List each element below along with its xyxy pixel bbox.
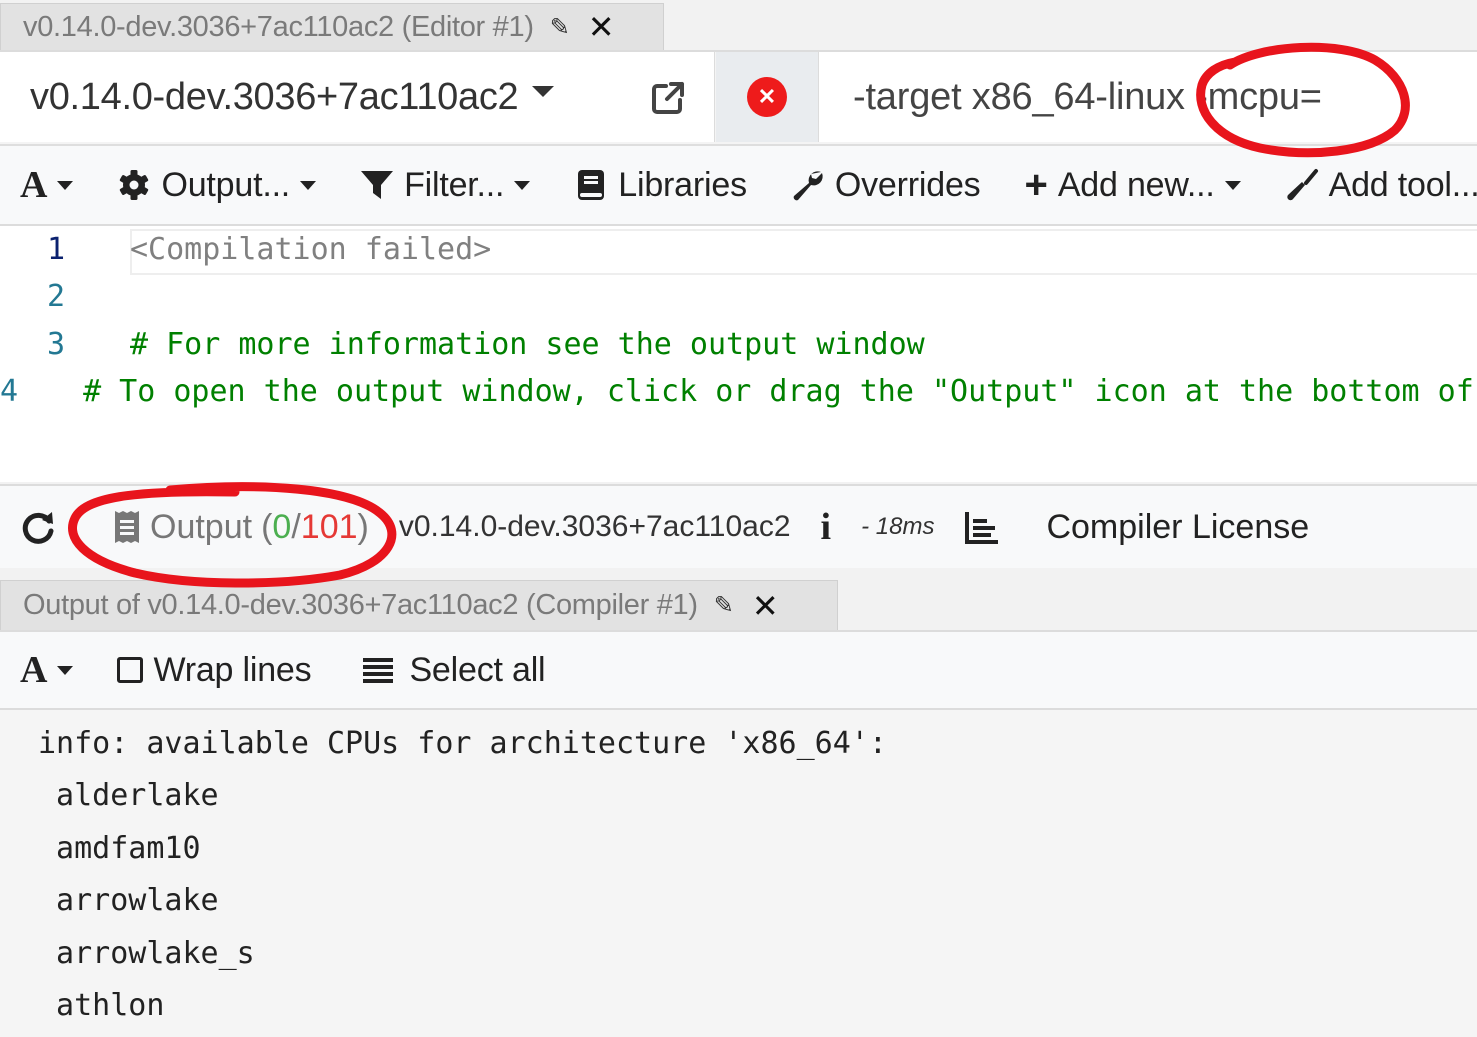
pencil-icon[interactable]: ✎: [550, 13, 570, 42]
compiler-status-bar: Output (0/101) v0.14.0-dev.3036+7ac110ac…: [0, 484, 1477, 570]
chevron-down-icon: [300, 180, 317, 190]
wrench-icon: [793, 171, 823, 201]
code-line: 3 # For more information see the output …: [0, 321, 1477, 368]
output-line: info: available CPUs for architecture 'x…: [38, 726, 887, 761]
output-font-size-button[interactable]: A: [20, 648, 74, 692]
code-line: 2: [0, 273, 1477, 320]
select-all-button[interactable]: Select all: [361, 650, 546, 690]
output-tab[interactable]: Output of v0.14.0-dev.3036+7ac110ac2 (Co…: [0, 580, 838, 630]
select-all-label: Select all: [409, 650, 546, 689]
external-link-icon[interactable]: [650, 80, 686, 116]
line-text: # To open the output window, click or dr…: [83, 374, 1477, 409]
compiler-error-button[interactable]: ✕: [716, 52, 819, 142]
info-icon[interactable]: i: [821, 505, 832, 549]
line-number: 1: [46, 232, 65, 267]
output-options-label: Output...: [161, 165, 291, 204]
gear-icon: [120, 170, 149, 200]
output-total-count: 101: [300, 507, 358, 546]
output-paren-open: (: [261, 507, 273, 546]
checkbox-icon[interactable]: [117, 657, 144, 683]
output-slash: /: [291, 507, 301, 546]
output-line: arrowlake_s: [38, 936, 255, 971]
output-paren-close: ): [357, 507, 369, 546]
libraries-button[interactable]: Libraries: [574, 166, 747, 205]
plus-icon: +: [1024, 163, 1048, 207]
output-toolbar: A Wrap lines Select all: [0, 632, 1477, 710]
libraries-label: Libraries: [618, 165, 747, 204]
output-line: athlon: [38, 988, 165, 1023]
editor-tab-bar: v0.14.0-dev.3036+7ac110ac2 (Editor #1) ✎…: [0, 0, 1477, 52]
overrides-button[interactable]: Overrides: [791, 166, 981, 205]
wrap-lines-label: Wrap lines: [153, 650, 312, 689]
add-new-label: Add new...: [1057, 165, 1215, 204]
output-line: arrowlake: [38, 883, 219, 918]
line-number: 2: [46, 279, 65, 314]
overrides-label: Overrides: [834, 165, 981, 204]
receipt-icon: [115, 511, 139, 543]
line-number: 3: [46, 327, 65, 362]
chevron-down-icon: [57, 180, 74, 190]
compiler-name: v0.14.0-dev.3036+7ac110ac2: [30, 75, 519, 118]
compiler-toolbar: A Output... Filter... Libraries Override…: [0, 146, 1477, 226]
pencil-icon[interactable]: ✎: [714, 591, 734, 620]
screwdriver-icon: [1286, 169, 1318, 201]
output-line: amdfam10: [38, 831, 201, 866]
filter-icon: [361, 171, 394, 199]
compiler-options-input[interactable]: [851, 74, 1477, 120]
output-label: Output: [150, 507, 253, 546]
editor-tab[interactable]: v0.14.0-dev.3036+7ac110ac2 (Editor #1) ✎…: [0, 3, 664, 50]
font-size-button[interactable]: A: [20, 163, 74, 207]
code-line: 1 <Compilation failed>: [0, 226, 1477, 275]
output-button[interactable]: Output (0/101): [114, 508, 369, 547]
compiler-output[interactable]: info: available CPUs for architecture 'x…: [0, 710, 1477, 1037]
chevron-down-icon: [514, 180, 531, 190]
font-icon: A: [20, 164, 48, 206]
chevron-down-icon: [57, 665, 74, 675]
add-tool-label: Add tool...: [1328, 165, 1477, 204]
list-icon: [363, 658, 394, 683]
output-line: alderlake: [38, 778, 219, 813]
bar-chart-icon[interactable]: [964, 509, 1000, 545]
book-icon: [578, 170, 605, 200]
compiler-options[interactable]: [819, 52, 1477, 142]
chevron-down-icon: [532, 85, 555, 97]
output-ok-count: 0: [272, 507, 292, 546]
compiler-version: v0.14.0-dev.3036+7ac110ac2: [398, 510, 791, 543]
code-line: 4 # To open the output window, click or …: [0, 368, 1477, 415]
line-text: # For more information see the output wi…: [130, 327, 925, 362]
line-number: 4: [0, 374, 19, 409]
compiler-picker[interactable]: v0.14.0-dev.3036+7ac110ac2: [0, 52, 715, 142]
filter-button[interactable]: Filter...: [360, 165, 531, 205]
assembly-view[interactable]: 1 <Compilation failed> 2 3 # For more in…: [0, 226, 1477, 482]
compiler-license-link[interactable]: Compiler License: [1046, 508, 1309, 547]
add-tool-button[interactable]: Add tool...: [1285, 166, 1477, 205]
editor-tab-title: v0.14.0-dev.3036+7ac110ac2 (Editor #1): [23, 10, 534, 43]
output-tab-bar: Output of v0.14.0-dev.3036+7ac110ac2 (Co…: [0, 568, 1477, 632]
line-text: <Compilation failed>: [130, 232, 492, 267]
compile-time: - 18ms: [861, 513, 935, 540]
wrap-lines-toggle[interactable]: Wrap lines: [117, 650, 312, 690]
refresh-icon[interactable]: [20, 509, 56, 545]
output-options-button[interactable]: Output...: [117, 165, 317, 205]
filter-label: Filter...: [404, 165, 505, 204]
output-tab-title: Output of v0.14.0-dev.3036+7ac110ac2 (Co…: [23, 589, 698, 621]
chevron-down-icon: [1224, 180, 1241, 190]
add-new-button[interactable]: + Add new...: [1024, 163, 1241, 207]
font-icon: A: [20, 649, 48, 691]
compiler-row: v0.14.0-dev.3036+7ac110ac2 ✕: [0, 52, 1477, 146]
close-icon[interactable]: ✕: [588, 11, 615, 43]
close-icon[interactable]: ✕: [752, 587, 779, 625]
error-circle-icon: ✕: [747, 77, 787, 117]
